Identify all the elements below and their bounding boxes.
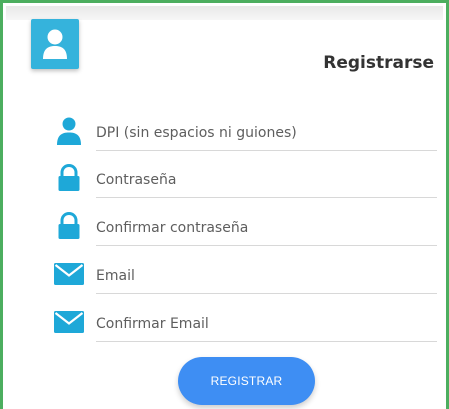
email-field-row <box>51 251 437 295</box>
user-icon <box>51 116 87 146</box>
password-field-row <box>51 155 437 199</box>
envelope-icon <box>51 307 87 337</box>
register-panel: Registrarse DPI (sin espacios ni guiones… <box>0 0 449 409</box>
dpi-field-row <box>51 108 437 152</box>
lock-icon <box>51 163 87 193</box>
confirm-password-field-row <box>51 203 437 247</box>
lock-icon <box>51 211 87 241</box>
envelope-icon <box>51 259 87 289</box>
register-button[interactable]: REGISTRAR <box>178 357 315 405</box>
dpi-input[interactable] <box>96 108 437 151</box>
user-avatar-icon <box>43 29 67 59</box>
top-strip <box>6 6 443 20</box>
page-title: Registrarse <box>323 53 434 73</box>
email-input[interactable] <box>96 251 437 294</box>
confirm-password-input[interactable] <box>96 203 437 246</box>
avatar <box>31 19 79 69</box>
password-input[interactable] <box>96 155 437 198</box>
confirm-email-field-row <box>51 299 437 343</box>
confirm-email-input[interactable] <box>96 299 437 342</box>
